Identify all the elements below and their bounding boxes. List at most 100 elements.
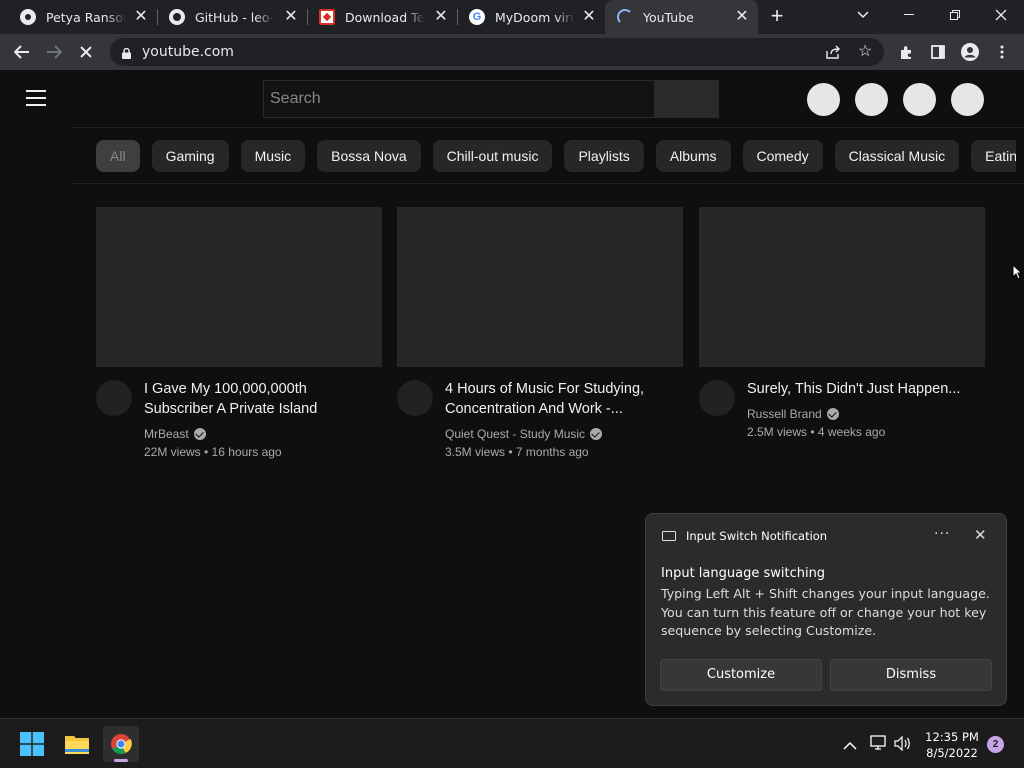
url-text: youtube.com xyxy=(142,44,234,60)
taskbar-clock[interactable]: 12:35 PM 8/5/2022 xyxy=(918,729,986,761)
header-button-placeholder[interactable] xyxy=(903,83,936,116)
menu-kebab-icon[interactable] xyxy=(988,38,1016,66)
notification-header: Input Switch Notification xyxy=(662,529,827,543)
back-arrow-icon[interactable] xyxy=(8,38,36,66)
keyboard-icon xyxy=(662,531,676,541)
close-tab-icon[interactable]: ✕ xyxy=(734,9,750,25)
file-explorer-icon[interactable] xyxy=(59,726,95,762)
globe-icon xyxy=(20,9,36,25)
verified-check-icon xyxy=(590,428,603,440)
header-button-placeholder[interactable] xyxy=(951,83,984,116)
chip-chill-out-music[interactable]: Chill-out music xyxy=(432,140,553,172)
video-thumbnail[interactable] xyxy=(699,207,985,367)
verified-check-icon xyxy=(826,408,839,420)
tab-mydoom[interactable]: G MyDoom virus - Google ✕ xyxy=(457,0,605,34)
channel-name[interactable]: MrBeast xyxy=(144,427,189,441)
video-meta: 3.5M views • 7 months ago xyxy=(445,445,589,459)
tab-petya[interactable]: Petya Ransomware ✕ xyxy=(0,0,158,34)
share-icon[interactable] xyxy=(826,45,841,64)
address-bar[interactable]: youtube.com ☆ xyxy=(110,38,884,66)
notification-body: Typing Left Alt + Shift changes your inp… xyxy=(661,586,990,639)
tab-github[interactable]: GitHub - leo-stone ✕ xyxy=(157,0,308,34)
input-switch-notification: Input Switch Notification ··· ✕ Input la… xyxy=(645,513,1007,706)
tab-title: Download Test Virus xyxy=(345,9,425,25)
tab-title: YouTube xyxy=(643,9,694,25)
clock-date: 8/5/2022 xyxy=(926,746,978,760)
search-box[interactable] xyxy=(263,80,655,118)
chip-albums[interactable]: Albums xyxy=(655,140,731,172)
channel-name-row[interactable]: Russell Brand xyxy=(747,407,839,421)
chip-eating[interactable]: Eating xyxy=(971,140,1016,172)
video-title[interactable]: 4 Hours of Music For Studying, Concentra… xyxy=(445,379,677,419)
forward-arrow-icon[interactable] xyxy=(40,38,68,66)
video-card[interactable]: I Gave My 100,000,000th Subscriber A Pri… xyxy=(96,207,382,459)
chip-gaming[interactable]: Gaming xyxy=(151,140,229,172)
chip-playlists[interactable]: Playlists xyxy=(564,140,644,172)
chip-music[interactable]: Music xyxy=(240,140,306,172)
new-tab-button[interactable]: + xyxy=(766,5,788,28)
dismiss-button[interactable]: Dismiss xyxy=(830,659,992,691)
video-title[interactable]: I Gave My 100,000,000th Subscriber A Pri… xyxy=(144,379,376,419)
header-button-placeholder[interactable] xyxy=(855,83,888,116)
video-card[interactable]: 4 Hours of Music For Studying, Concentra… xyxy=(397,207,683,459)
tab-search-chevron-icon[interactable] xyxy=(840,0,886,30)
chip-classical-music[interactable]: Classical Music xyxy=(834,140,960,172)
lock-icon[interactable] xyxy=(122,46,131,59)
close-icon[interactable]: ✕ xyxy=(974,526,987,544)
search-input[interactable] xyxy=(264,81,654,117)
windows-taskbar: 12:35 PM 8/5/2022 2 xyxy=(0,718,1024,768)
channel-name[interactable]: Quiet Quest - Study Music xyxy=(445,427,585,441)
profile-icon[interactable] xyxy=(956,38,984,66)
channel-name-row[interactable]: Quiet Quest - Study Music xyxy=(445,427,603,441)
loading-icon xyxy=(617,9,633,25)
more-options-icon[interactable]: ··· xyxy=(934,526,950,542)
extensions-icon[interactable] xyxy=(892,38,920,66)
volume-icon[interactable] xyxy=(894,735,912,756)
google-icon: G xyxy=(469,9,485,25)
video-thumbnail[interactable] xyxy=(96,207,382,367)
customize-button[interactable]: Customize xyxy=(660,659,822,691)
video-card[interactable]: Surely, This Didn't Just Happen... Russe… xyxy=(699,207,985,439)
show-hidden-icons-chevron[interactable] xyxy=(843,737,857,755)
filter-chips-bar: All Gaming Music Bossa Nova Chill-out mu… xyxy=(72,127,1024,184)
browser-tab-strip: Petya Ransomware ✕ GitHub - leo-stone ✕ … xyxy=(0,0,1024,34)
chip-bossa-nova[interactable]: Bossa Nova xyxy=(317,140,421,172)
network-icon[interactable] xyxy=(870,735,888,756)
minimize-button[interactable] xyxy=(886,0,932,30)
close-window-button[interactable] xyxy=(978,0,1024,30)
mouse-cursor-icon xyxy=(1012,264,1022,280)
hamburger-menu-icon[interactable] xyxy=(26,90,46,106)
chip-all[interactable]: All xyxy=(96,140,140,172)
chrome-taskbar-icon[interactable] xyxy=(103,726,139,762)
search-button[interactable] xyxy=(655,80,719,118)
video-meta: 22M views • 16 hours ago xyxy=(144,445,282,459)
video-meta: 2.5M views • 4 weeks ago xyxy=(747,425,886,439)
restore-button[interactable] xyxy=(932,0,978,30)
active-app-indicator xyxy=(114,759,128,762)
tab-title: GitHub - leo-stone xyxy=(195,9,275,25)
notification-count-badge[interactable]: 2 xyxy=(987,736,1004,753)
download-icon xyxy=(319,9,335,25)
stop-loading-icon[interactable] xyxy=(72,38,100,66)
close-tab-icon[interactable]: ✕ xyxy=(581,9,597,25)
side-panel-icon[interactable] xyxy=(924,38,952,66)
bookmark-star-icon[interactable]: ☆ xyxy=(858,44,872,60)
chip-comedy[interactable]: Comedy xyxy=(742,140,823,172)
video-thumbnail[interactable] xyxy=(397,207,683,367)
close-tab-icon[interactable]: ✕ xyxy=(133,9,149,25)
close-tab-icon[interactable]: ✕ xyxy=(283,9,299,25)
video-title[interactable]: Surely, This Didn't Just Happen... xyxy=(747,379,979,399)
channel-avatar[interactable] xyxy=(397,380,433,416)
header-button-placeholder[interactable] xyxy=(807,83,840,116)
tab-download-test[interactable]: Download Test Virus ✕ xyxy=(307,0,458,34)
channel-avatar[interactable] xyxy=(96,380,132,416)
tab-title: MyDoom virus - Google xyxy=(495,9,575,25)
github-icon xyxy=(169,9,185,25)
verified-check-icon xyxy=(193,428,206,440)
close-tab-icon[interactable]: ✕ xyxy=(433,9,449,25)
channel-name-row[interactable]: MrBeast xyxy=(144,427,206,441)
channel-name[interactable]: Russell Brand xyxy=(747,407,822,421)
tab-youtube[interactable]: YouTube ✕ xyxy=(605,0,758,34)
windows-start-icon[interactable] xyxy=(14,726,50,762)
channel-avatar[interactable] xyxy=(699,380,735,416)
